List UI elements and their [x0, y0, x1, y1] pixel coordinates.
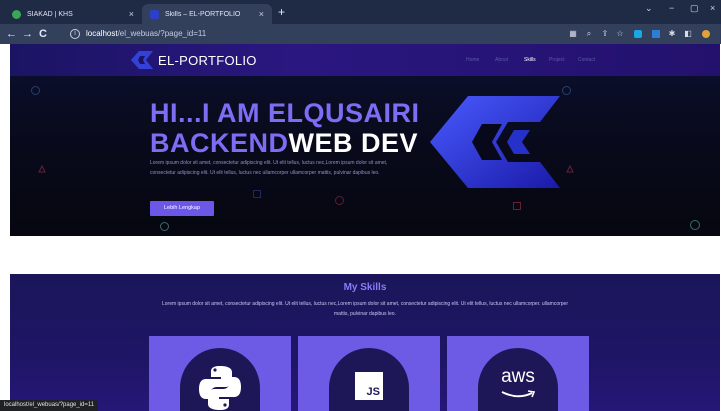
- maximize-button[interactable]: ▢: [690, 3, 699, 14]
- nav-link-home[interactable]: Home: [466, 57, 479, 63]
- more-info-button[interactable]: Lebih Lengkap: [150, 201, 214, 216]
- tab-skills[interactable]: Skills – EL-PORTFOLIO ×: [142, 4, 272, 24]
- extension-icon[interactable]: [651, 29, 661, 39]
- decor-square: [253, 190, 261, 198]
- extensions-puzzle-icon[interactable]: ✱: [667, 29, 677, 39]
- extension-icon[interactable]: [633, 29, 643, 39]
- bookmark-star-icon[interactable]: ☆: [615, 29, 625, 39]
- close-icon[interactable]: ×: [129, 9, 134, 19]
- hero-description: Lorem ipsum dolor sit amet, consectetur …: [150, 160, 388, 176]
- nav-link-about[interactable]: About: [495, 57, 508, 63]
- site-info-icon[interactable]: i: [70, 29, 80, 39]
- skill-card-badge: JS: [329, 348, 409, 411]
- close-window-button[interactable]: ×: [710, 3, 715, 13]
- skills-section: My Skills Lorem ipsum dolor sit amet, co…: [10, 274, 720, 411]
- close-icon[interactable]: ×: [259, 9, 264, 19]
- decor-triangle: [566, 165, 574, 173]
- brand-name[interactable]: EL-PORTFOLIO: [158, 53, 257, 68]
- globe-icon: [12, 9, 21, 19]
- python-icon: [199, 366, 241, 410]
- aws-label: aws: [501, 366, 535, 387]
- skills-description: Lorem ipsum dolor sit amet, consectetur …: [161, 301, 568, 317]
- profile-icon[interactable]: [701, 29, 711, 39]
- skill-card-aws[interactable]: aws: [447, 336, 589, 411]
- tab-label: Skills – EL-PORTFOLIO: [165, 10, 241, 18]
- share-icon[interactable]: ⇪: [600, 29, 610, 39]
- hero-heading-line1: HI...I AM ELQUSAIRI: [150, 98, 420, 128]
- skill-card-javascript[interactable]: JS: [298, 336, 440, 411]
- status-url-bar: localhost/el_webuas/?page_id=11: [0, 400, 99, 411]
- nav-link-project[interactable]: Project: [549, 57, 565, 63]
- tab-siakad[interactable]: SIAKAD | KHS ×: [4, 4, 142, 24]
- new-tab-button[interactable]: +: [278, 5, 285, 19]
- skill-card-badge: [180, 348, 260, 411]
- hero-logo-icon: [430, 96, 560, 188]
- hero-heading-white: WEB DEV: [288, 128, 419, 158]
- translate-icon[interactable]: ▦: [568, 29, 578, 39]
- hero-section: EL-PORTFOLIO Home About Skills Project C…: [10, 44, 720, 236]
- reload-button[interactable]: C: [39, 27, 47, 41]
- page-viewport: EL-PORTFOLIO Home About Skills Project C…: [0, 44, 721, 411]
- skill-card-python[interactable]: [149, 336, 291, 411]
- side-panel-icon[interactable]: ◧: [683, 29, 693, 39]
- zoom-icon[interactable]: ⌕: [584, 29, 594, 39]
- tab-label: SIAKAD | KHS: [27, 10, 73, 18]
- nav-link-skills[interactable]: Skills: [524, 57, 536, 63]
- address-toolbar: ← → C i localhost/el_webuas/?page_id=11 …: [0, 24, 721, 44]
- javascript-icon: JS: [355, 372, 383, 400]
- decor-circle: [31, 86, 40, 95]
- minimize-button[interactable]: −: [669, 3, 674, 13]
- url-path: /el_webuas/?page_id=11: [117, 29, 207, 38]
- decor-square: [513, 202, 521, 210]
- hero-heading-line2: BACKENDWEB DEV: [150, 128, 418, 159]
- decor-circle: [160, 222, 169, 231]
- tab-search-icon[interactable]: ⌄: [645, 3, 653, 14]
- decor-circle: [335, 196, 344, 205]
- decor-circle: [562, 86, 571, 95]
- aws-smile-icon: [501, 390, 536, 398]
- site-navbar: EL-PORTFOLIO Home About Skills Project C…: [10, 44, 720, 76]
- skill-card-badge: aws: [478, 348, 558, 411]
- hero-heading-accent: BACKEND: [150, 128, 289, 158]
- url-host: localhost: [86, 29, 118, 38]
- url-field[interactable]: localhost/el_webuas/?page_id=11: [86, 29, 206, 38]
- brand-logo-icon[interactable]: [131, 51, 153, 69]
- browser-tab-bar: SIAKAD | KHS × Skills – EL-PORTFOLIO × +…: [0, 0, 721, 24]
- back-button[interactable]: ←: [6, 27, 17, 41]
- decor-triangle: [38, 165, 46, 173]
- javascript-label: JS: [366, 386, 380, 398]
- nav-link-contact[interactable]: Contact: [578, 57, 595, 63]
- site-favicon-icon: [150, 9, 159, 19]
- forward-button[interactable]: →: [22, 27, 33, 41]
- decor-circle: [690, 220, 700, 230]
- skills-heading: My Skills: [343, 282, 387, 293]
